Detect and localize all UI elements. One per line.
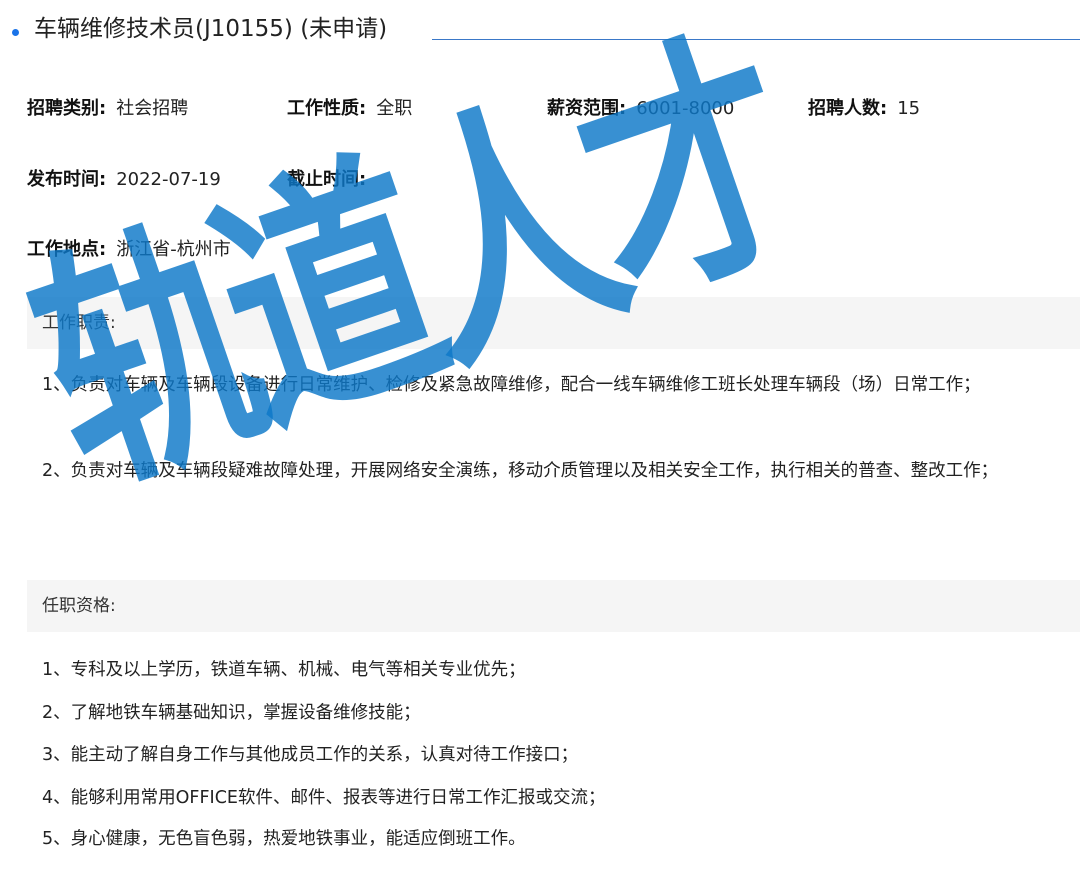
duty-item: 1、负责对车辆及车辆段设备进行日常维护、检修及紧急故障维修，配合一线车辆维修工班… (42, 375, 981, 395)
headcount-value: 15 (897, 98, 921, 119)
bullet-dot-icon (12, 29, 19, 36)
field-nature: 工作性质: 全职 (287, 97, 412, 121)
field-category: 招聘类别: 社会招聘 (27, 97, 188, 121)
location-label: 工作地点: (27, 239, 107, 260)
publish-value: 2022-07-19 (116, 169, 221, 190)
job-title-row: 车辆维修技术员(J10155) (未申请) (0, 10, 1080, 50)
salary-label: 薪资范围: (547, 98, 627, 119)
category-label: 招聘类别: (27, 98, 107, 119)
nature-label: 工作性质: (287, 98, 367, 119)
field-publish: 发布时间: 2022-07-19 (27, 168, 221, 192)
requirement-item: 1、专科及以上学历，铁道车辆、机械、电气等相关专业优先； (42, 660, 526, 680)
title-divider (432, 39, 1080, 40)
field-deadline: 截止时间: (287, 168, 376, 192)
requirement-item: 3、能主动了解自身工作与其他成员工作的关系，认真对待工作接口； (42, 745, 579, 765)
publish-label: 发布时间: (27, 169, 107, 190)
watermark-logo: 轨道人才 (3, 1, 822, 535)
salary-value: 6001-8000 (636, 98, 735, 119)
headcount-label: 招聘人数: (808, 98, 888, 119)
nature-value: 全职 (376, 98, 413, 119)
requirements-section-header: 任职资格: (27, 580, 1080, 632)
job-title: 车辆维修技术员(J10155) (未申请) (34, 16, 388, 42)
deadline-label: 截止时间: (287, 169, 367, 190)
requirement-item: 4、能够利用常用OFFICE软件、邮件、报表等进行日常工作汇报或交流； (42, 788, 606, 808)
duties-section-header: 工作职责: (27, 297, 1080, 349)
category-value: 社会招聘 (116, 98, 189, 119)
field-salary: 薪资范围: 6001-8000 (547, 97, 734, 121)
field-headcount: 招聘人数: 15 (808, 97, 920, 121)
requirements-heading: 任职资格: (42, 596, 116, 616)
requirement-item: 5、身心健康，无色盲色弱，热爱地铁事业，能适应倒班工作。 (42, 829, 526, 849)
requirement-item: 2、了解地铁车辆基础知识，掌握设备维修技能； (42, 703, 421, 723)
location-value: 浙江省-杭州市 (116, 239, 231, 260)
duty-item: 2、负责对车辆及车辆段疑难故障处理，开展网络安全演练，移动介质管理以及相关安全工… (42, 461, 999, 481)
field-location: 工作地点: 浙江省-杭州市 (27, 238, 231, 262)
duties-heading: 工作职责: (42, 313, 116, 333)
